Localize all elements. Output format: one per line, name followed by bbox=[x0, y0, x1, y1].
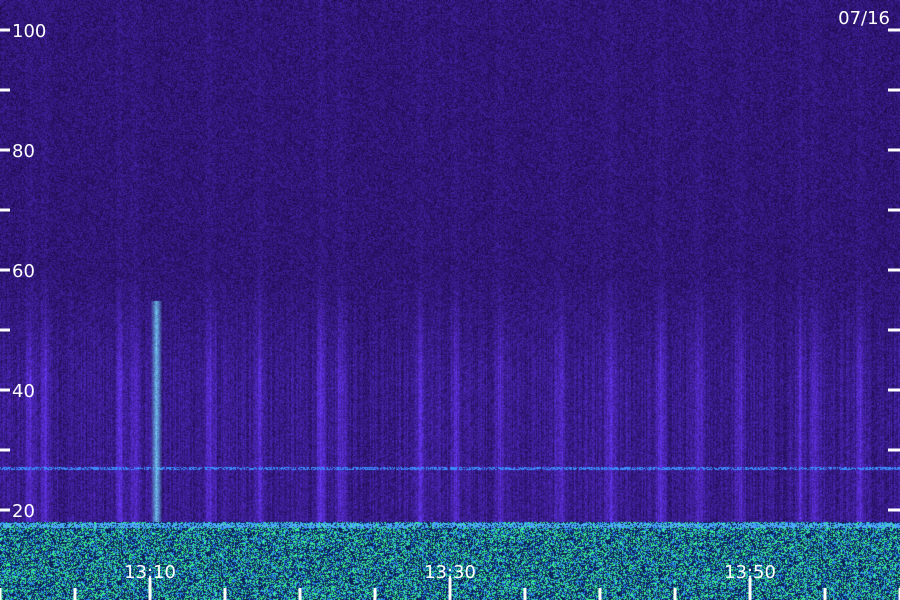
x-axis: 13:10 13:30 13:50 bbox=[0, 562, 900, 600]
y-axis: 20 40 60 80 100 bbox=[0, 21, 900, 522]
y-tick-label: 80 bbox=[12, 141, 35, 162]
chart-axes: 20 40 60 80 100 13:10 13:30 13:50 07/16 bbox=[0, 8, 900, 600]
date-label: 07/16 bbox=[838, 8, 890, 29]
spectrogram-chart: 20 40 60 80 100 13:10 13:30 13:50 07/16 bbox=[0, 0, 900, 600]
y-tick-label: 20 bbox=[12, 501, 35, 522]
y-tick-label: 60 bbox=[12, 261, 35, 282]
x-tick-label: 13:10 bbox=[124, 562, 176, 583]
x-tick-label: 13:30 bbox=[424, 562, 476, 583]
y-tick-label: 100 bbox=[12, 21, 46, 42]
y-tick-label: 40 bbox=[12, 381, 35, 402]
x-tick-label: 13:50 bbox=[724, 562, 776, 583]
